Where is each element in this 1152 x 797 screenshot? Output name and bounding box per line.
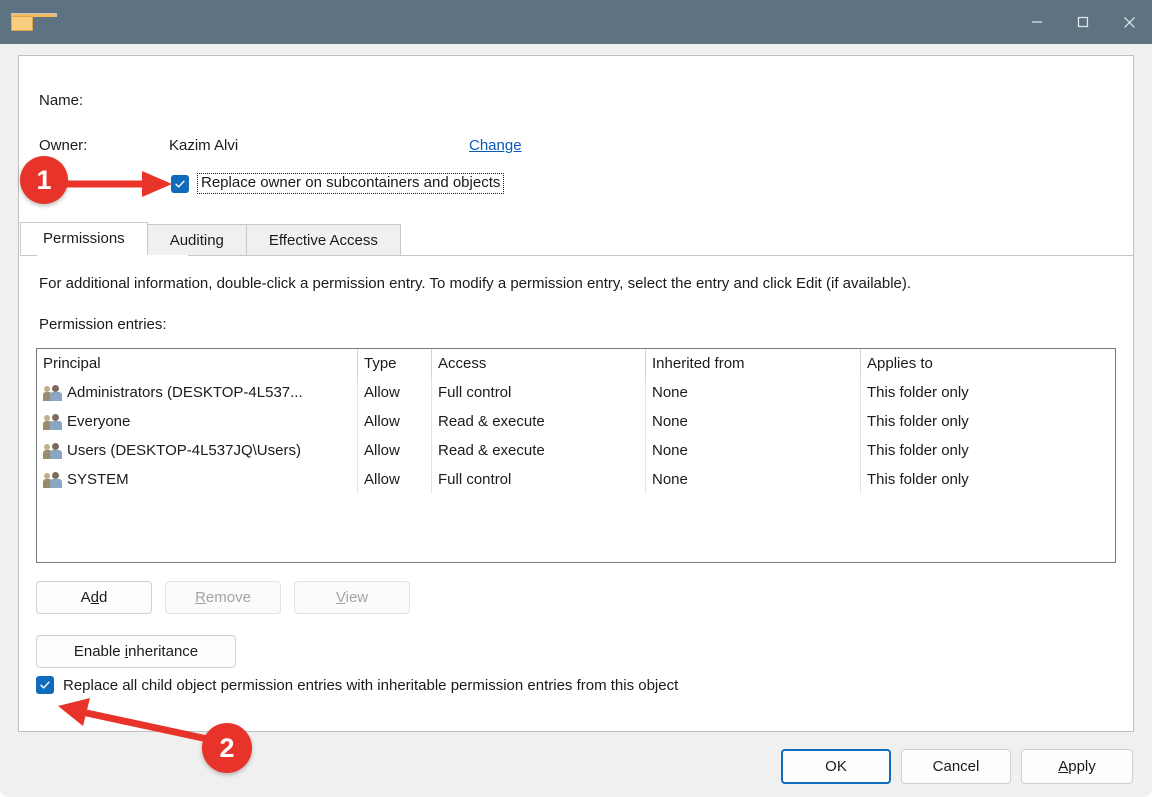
- replace-child-checkbox-row: Replace all child object permission entr…: [36, 676, 678, 694]
- tab-permissions[interactable]: Permissions: [20, 222, 148, 255]
- window-controls: [1014, 0, 1152, 44]
- cell-principal: Everyone: [37, 407, 357, 436]
- column-header-applies-to[interactable]: Applies to: [860, 349, 1115, 378]
- cell-inherited-from: None: [645, 465, 860, 494]
- title-bar-icon-area: [0, 0, 57, 44]
- change-owner-link-label: Change: [469, 137, 522, 154]
- cell-applies-to: This folder only: [860, 407, 1115, 436]
- cell-applies-to: This folder only: [860, 378, 1115, 407]
- cell-applies-to: This folder only: [860, 465, 1115, 494]
- cancel-button[interactable]: Cancel: [901, 749, 1011, 784]
- dialog-body: Name: Owner: Kazim Alvi Change Replace o…: [0, 44, 1152, 797]
- column-header-inherited-from[interactable]: Inherited from: [645, 349, 860, 378]
- table-row[interactable]: Users (DESKTOP-4L537JQ\Users) Allow Read…: [37, 436, 1115, 465]
- replace-child-checkbox-label[interactable]: Replace all child object permission entr…: [63, 677, 678, 694]
- replace-child-checkbox[interactable]: [36, 676, 54, 694]
- table-row[interactable]: Everyone Allow Read & execute None This …: [37, 407, 1115, 436]
- cell-type: Allow: [357, 465, 431, 494]
- remove-button[interactable]: Remove: [165, 581, 281, 614]
- tab-effective-access[interactable]: Effective Access: [245, 224, 401, 255]
- column-header-access[interactable]: Access: [431, 349, 645, 378]
- cell-type: Allow: [357, 378, 431, 407]
- cell-inherited-from: None: [645, 407, 860, 436]
- ok-button-label: OK: [825, 758, 847, 775]
- cell-access: Read & execute: [431, 407, 645, 436]
- maximize-icon[interactable]: [1060, 0, 1106, 44]
- enable-inheritance-button[interactable]: Enable inheritance: [36, 635, 236, 668]
- cell-access: Full control: [431, 378, 645, 407]
- permission-entries-label: Permission entries:: [39, 316, 167, 333]
- add-button[interactable]: Add: [36, 581, 152, 614]
- principal-name: SYSTEM: [67, 471, 129, 488]
- advanced-security-settings-window: Name: Owner: Kazim Alvi Change Replace o…: [0, 0, 1152, 797]
- users-group-icon: [43, 442, 62, 459]
- users-group-icon: [43, 384, 62, 401]
- info-text: For additional information, double-click…: [39, 275, 912, 292]
- change-owner-link[interactable]: Change: [469, 137, 522, 154]
- principal-name: Everyone: [67, 413, 131, 430]
- tab-bar: Permissions Auditing Effective Access: [20, 222, 1134, 255]
- window-title: [33, 0, 1014, 44]
- replace-owner-checkbox[interactable]: [171, 174, 189, 193]
- column-header-type[interactable]: Type: [357, 349, 431, 378]
- annotation-badge-1: 1: [20, 156, 68, 204]
- ok-button[interactable]: OK: [781, 749, 891, 784]
- tab-auditing[interactable]: Auditing: [146, 224, 247, 255]
- cell-inherited-from: None: [645, 436, 860, 465]
- cell-type: Allow: [357, 436, 431, 465]
- table-row[interactable]: Administrators (DESKTOP-4L537... Allow F…: [37, 378, 1115, 407]
- owner-value: Kazim Alvi: [169, 137, 239, 154]
- cell-access: Full control: [431, 465, 645, 494]
- cancel-button-label: Cancel: [932, 758, 980, 775]
- cell-applies-to: This folder only: [860, 436, 1115, 465]
- minimize-icon[interactable]: [1014, 0, 1060, 44]
- column-header-principal[interactable]: Principal: [37, 349, 357, 378]
- permission-entries-table[interactable]: Principal Type Access Inherited from App…: [36, 348, 1116, 563]
- cell-principal: Users (DESKTOP-4L537JQ\Users): [37, 436, 357, 465]
- title-bar: [0, 0, 1152, 44]
- users-group-icon: [43, 413, 62, 430]
- close-icon[interactable]: [1106, 0, 1152, 44]
- cell-principal: Administrators (DESKTOP-4L537...: [37, 378, 357, 407]
- users-group-icon: [43, 471, 62, 488]
- principal-name: Administrators (DESKTOP-4L537...: [67, 384, 303, 401]
- table-header-row: Principal Type Access Inherited from App…: [37, 349, 1115, 378]
- cell-principal: SYSTEM: [37, 465, 357, 494]
- tab-active-underline-mask: [37, 255, 188, 256]
- view-button[interactable]: View: [294, 581, 410, 614]
- name-label: Name:: [39, 92, 84, 109]
- principal-name: Users (DESKTOP-4L537JQ\Users): [67, 442, 301, 459]
- annotation-badge-2: 2: [202, 723, 252, 773]
- cell-type: Allow: [357, 407, 431, 436]
- cell-access: Read & execute: [431, 436, 645, 465]
- folder-icon: [11, 13, 57, 31]
- replace-owner-checkbox-label[interactable]: Replace owner on subcontainers and objec…: [197, 173, 505, 194]
- main-panel: Name: Owner: Kazim Alvi Change Replace o…: [18, 55, 1134, 732]
- replace-owner-checkbox-row: Replace owner on subcontainers and objec…: [171, 173, 505, 194]
- table-row[interactable]: SYSTEM Allow Full control None This fold…: [37, 465, 1115, 494]
- apply-button[interactable]: Apply: [1021, 749, 1133, 784]
- owner-label: Owner:: [39, 137, 88, 154]
- cell-inherited-from: None: [645, 378, 860, 407]
